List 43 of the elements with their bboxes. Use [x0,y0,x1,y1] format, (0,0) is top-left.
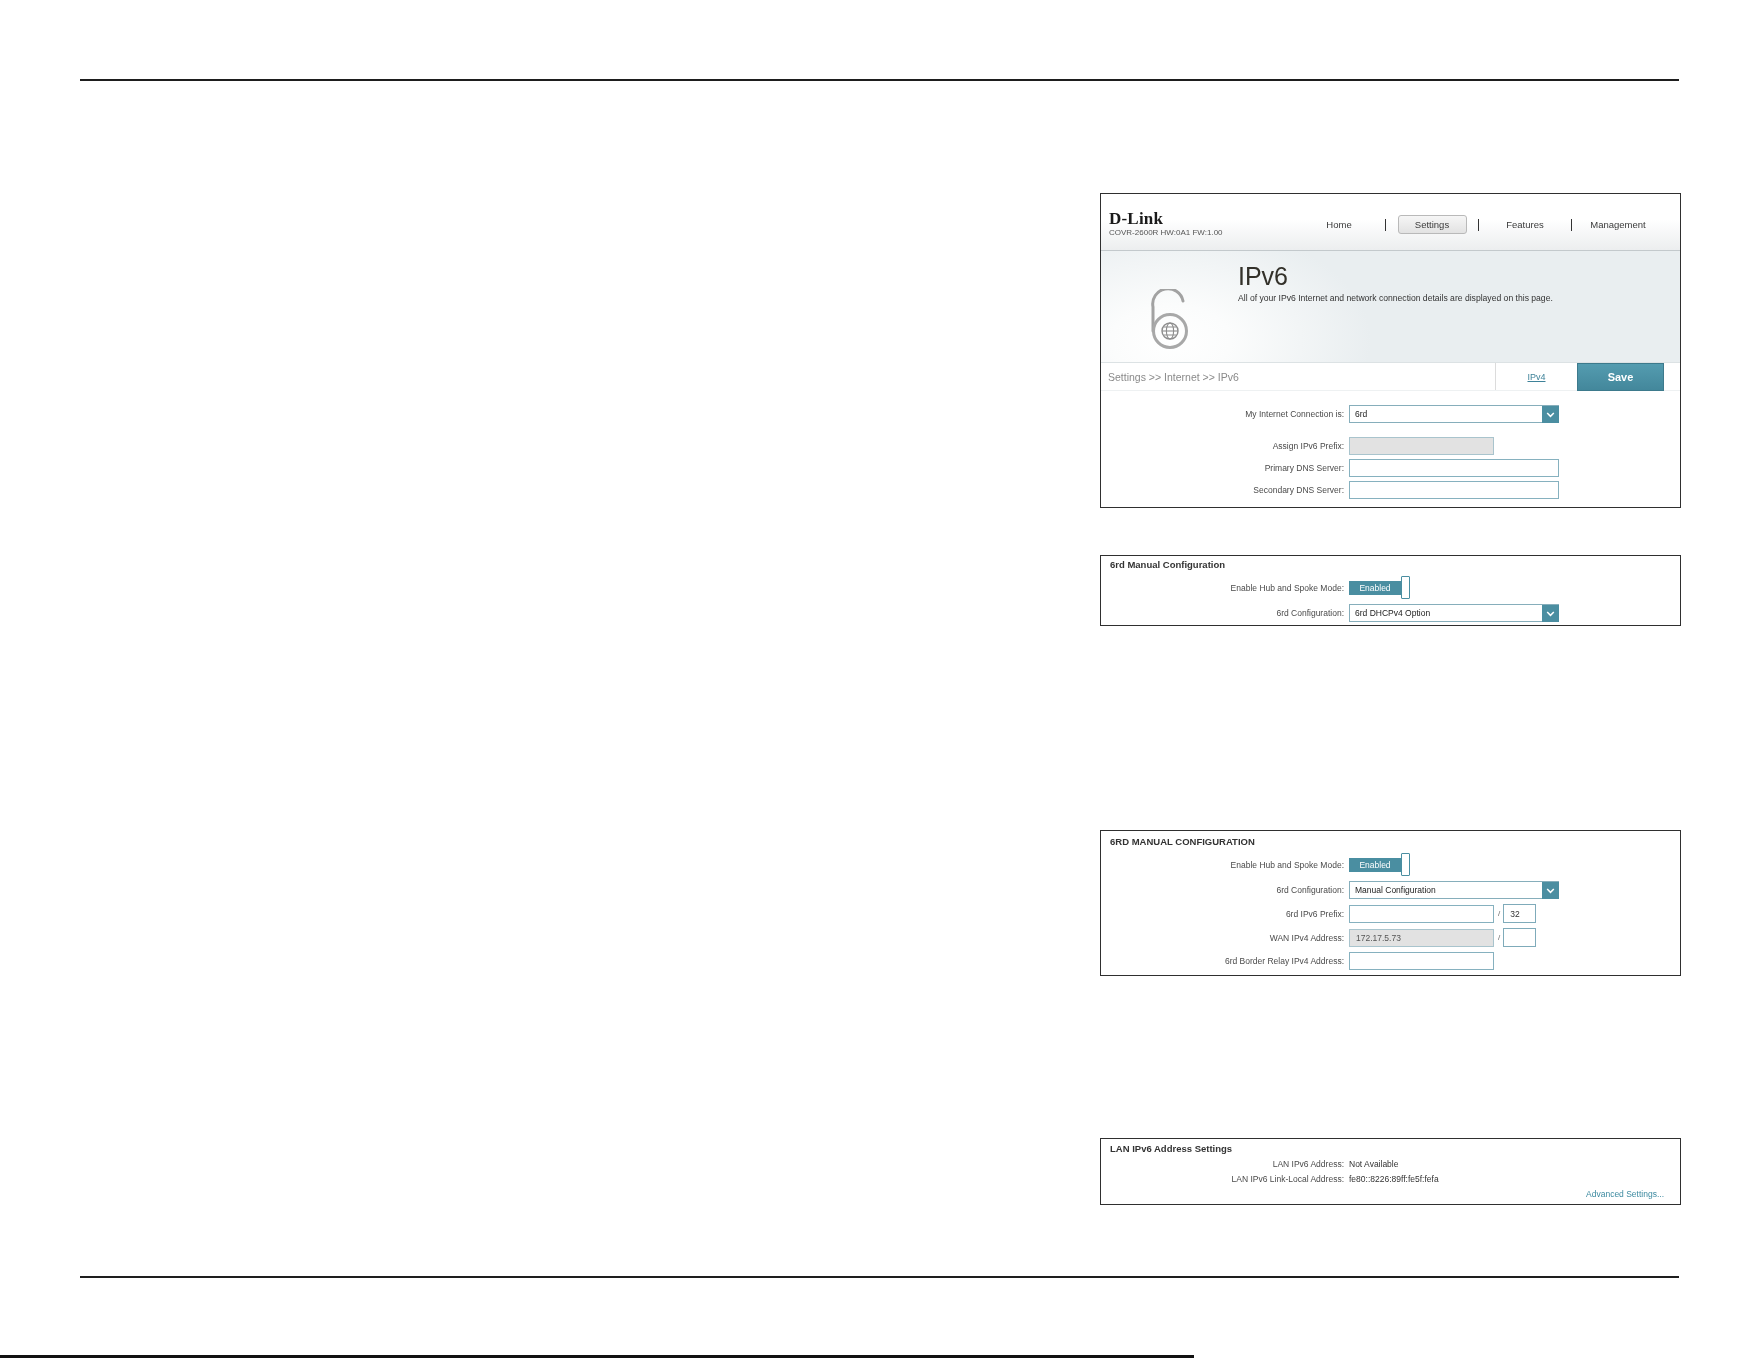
prefix-length-field[interactable]: 32 [1503,904,1537,923]
field-value: fe80::8226:89ff:fe5f:fefa [1349,1173,1439,1184]
slash-separator: / [1498,909,1501,918]
nav-tab[interactable]: Management [1590,218,1646,231]
dropdown[interactable]: 6rd [1349,405,1559,423]
chevron-down-icon [1542,405,1559,423]
field-label: Enable Hub and Spoke Mode: [1230,582,1344,593]
chevron-down-icon [1542,604,1559,622]
input-field[interactable] [1349,904,1494,923]
field-label: 6rd Configuration: [1276,608,1344,618]
section-title: LAN IPv6 Address Settings [1110,1142,1233,1156]
field-label: 6rd IPv6 Prefix: [1285,908,1344,919]
dropdown[interactable]: 6rd DHCPv4 Option [1349,604,1559,622]
section-title: 6rd Manual Configuration [1110,558,1226,572]
nav-tab[interactable]: Home [1326,218,1352,231]
field-label: Assign IPv6 Prefix: [1272,441,1344,451]
field-label: LAN IPv6 Address: [1272,1158,1344,1169]
breadcrumb: Settings >> Internet >> IPv6 [1107,369,1240,385]
prefix-length-field[interactable] [1503,928,1537,947]
page-description: All of your IPv6 Internet and network connection details are displayed on this page. [1238,293,1553,304]
page-title: IPv6 [1238,262,1289,290]
brand-logo: D-Link [1109,210,1164,227]
field-label: Secondary DNS Server: [1253,485,1344,495]
input-field[interactable] [1349,481,1559,499]
field-label: My Internet Connection is: [1245,409,1344,419]
field-label: 6rd Configuration: [1276,885,1344,895]
advanced-settings-link[interactable]: Advanced Settings... [1586,1188,1664,1199]
input-field[interactable] [1349,952,1494,970]
field-label: WAN IPv4 Address: [1269,932,1344,943]
nav-tab[interactable]: Settings [1397,215,1467,234]
model-info: COVR-2600R HW:0A1 FW:1.00 [1109,228,1223,238]
save-button[interactable]: Save [1577,363,1664,391]
section-title: 6RD MANUAL CONFIGURATION [1110,835,1255,849]
field-label: Primary DNS Server: [1264,463,1344,473]
field-value: Not Available [1349,1158,1399,1169]
slash-separator: / [1498,933,1501,942]
input-field[interactable] [1349,459,1559,477]
chevron-down-icon [1542,881,1559,899]
nav-tab[interactable]: Features [1506,218,1544,231]
field-label: Enable Hub and Spoke Mode: [1230,859,1344,870]
field-label: LAN IPv6 Link-Local Address: [1231,1173,1344,1184]
dropdown[interactable]: Manual Configuration [1349,881,1559,899]
field-label: 6rd Border Relay IPv4 Address: [1224,956,1344,966]
